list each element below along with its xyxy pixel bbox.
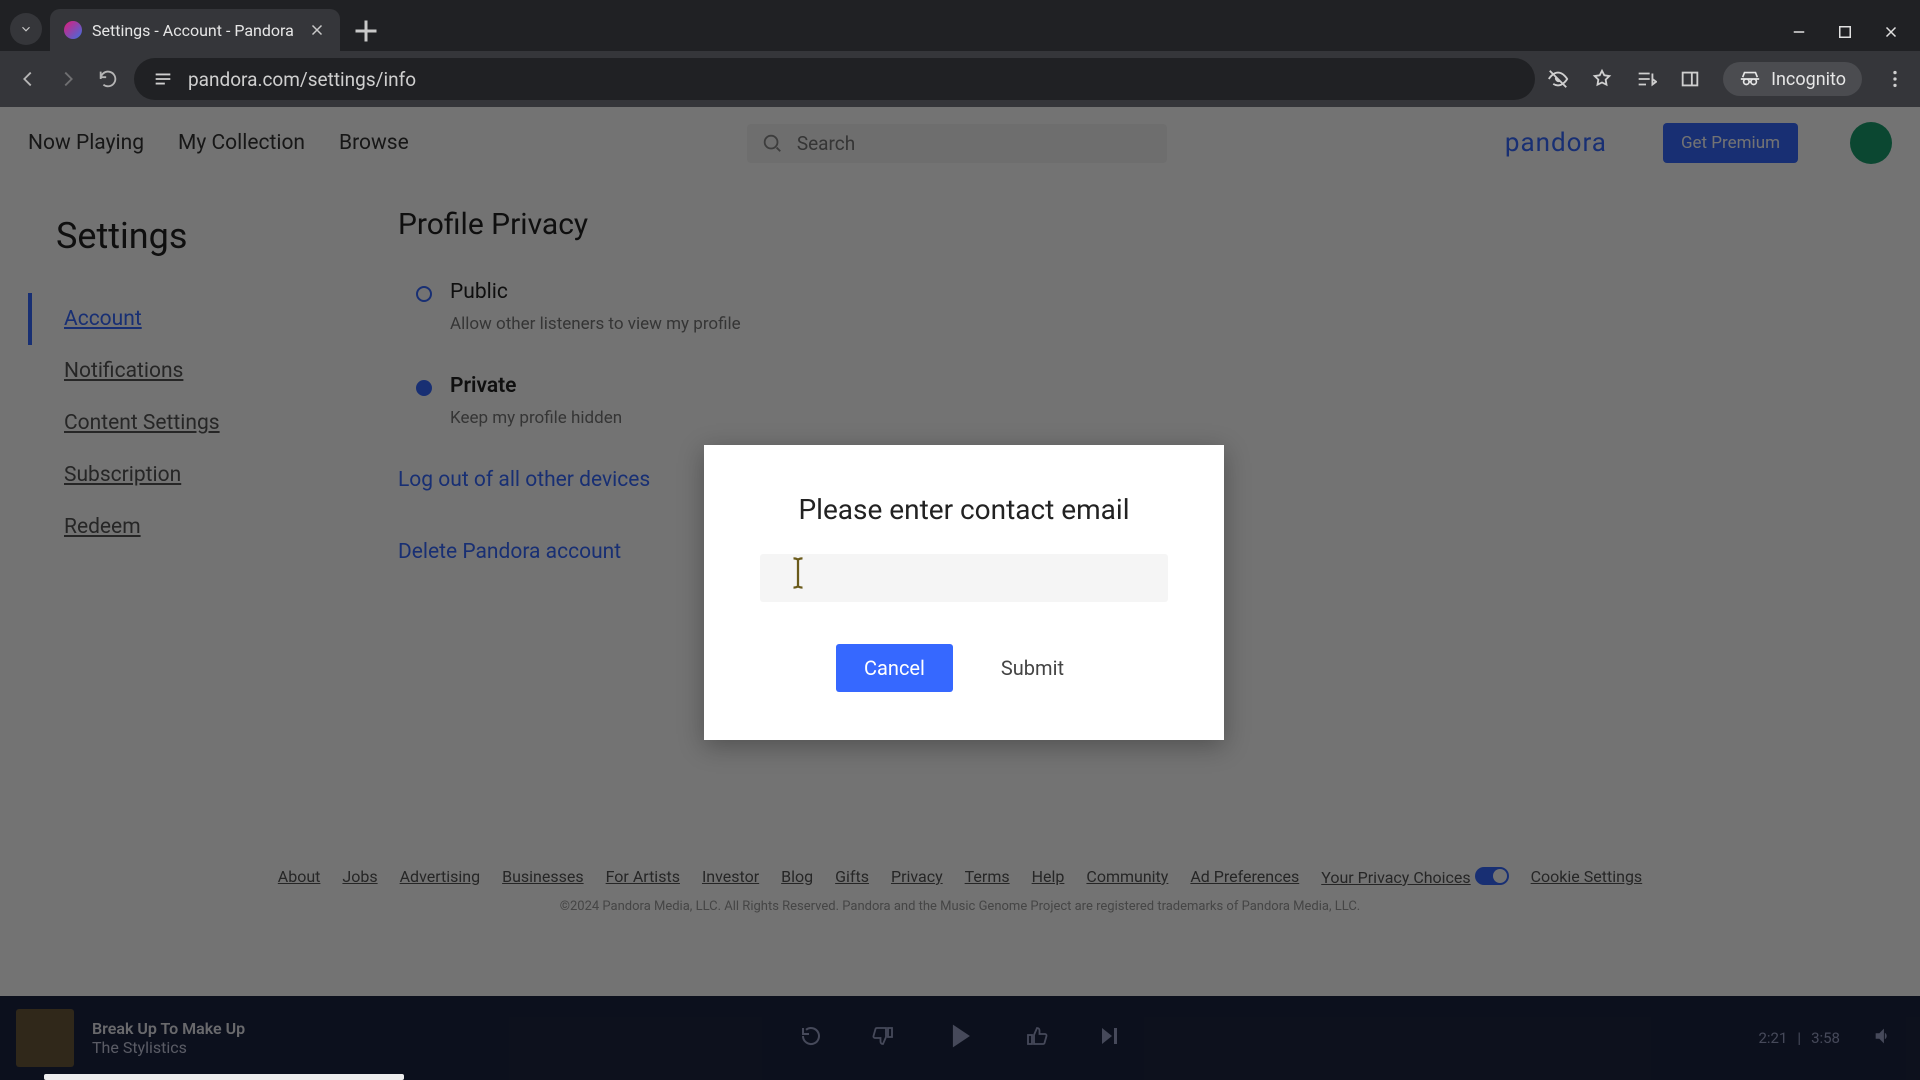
media-control-icon[interactable]	[1635, 68, 1657, 90]
cancel-button[interactable]: Cancel	[836, 644, 953, 692]
kebab-menu-icon[interactable]	[1884, 68, 1906, 90]
close-window-icon[interactable]	[1882, 23, 1900, 41]
reload-button[interactable]	[94, 68, 122, 90]
browser-toolbar: pandora.com/settings/info Incognito	[0, 51, 1920, 107]
tab-favicon	[64, 21, 82, 39]
minimize-icon[interactable]	[1790, 23, 1808, 41]
browser-tab[interactable]: Settings - Account - Pandora	[50, 9, 340, 51]
page-viewport: Now Playing My Collection Browse pandora…	[0, 107, 1920, 1080]
taskbar-preview	[44, 1074, 404, 1080]
plus-icon	[348, 13, 384, 49]
side-panel-icon[interactable]	[1679, 68, 1701, 90]
tab-title: Settings - Account - Pandora	[92, 21, 298, 40]
eye-off-icon[interactable]	[1547, 68, 1569, 90]
address-bar[interactable]: pandora.com/settings/info	[134, 58, 1535, 100]
contact-email-input[interactable]	[760, 554, 1168, 602]
chevron-down-icon	[19, 22, 33, 36]
tab-search-button[interactable]	[10, 13, 42, 45]
maximize-icon[interactable]	[1836, 23, 1854, 41]
submit-button[interactable]: Submit	[973, 644, 1092, 692]
back-button[interactable]	[14, 68, 42, 90]
dialog-title: Please enter contact email	[760, 493, 1168, 526]
forward-button[interactable]	[54, 68, 82, 90]
contact-email-dialog: Please enter contact email Cancel Submit	[704, 445, 1224, 740]
url-text: pandora.com/settings/info	[188, 68, 416, 91]
window-controls	[1790, 23, 1910, 41]
browser-tab-strip: Settings - Account - Pandora	[0, 0, 1920, 51]
incognito-badge[interactable]: Incognito	[1723, 62, 1862, 96]
incognito-icon	[1739, 68, 1761, 90]
new-tab-button[interactable]	[348, 13, 384, 49]
incognito-label: Incognito	[1771, 69, 1846, 90]
site-settings-icon[interactable]	[152, 68, 174, 90]
bookmark-star-icon[interactable]	[1591, 68, 1613, 90]
close-icon[interactable]	[308, 21, 326, 39]
